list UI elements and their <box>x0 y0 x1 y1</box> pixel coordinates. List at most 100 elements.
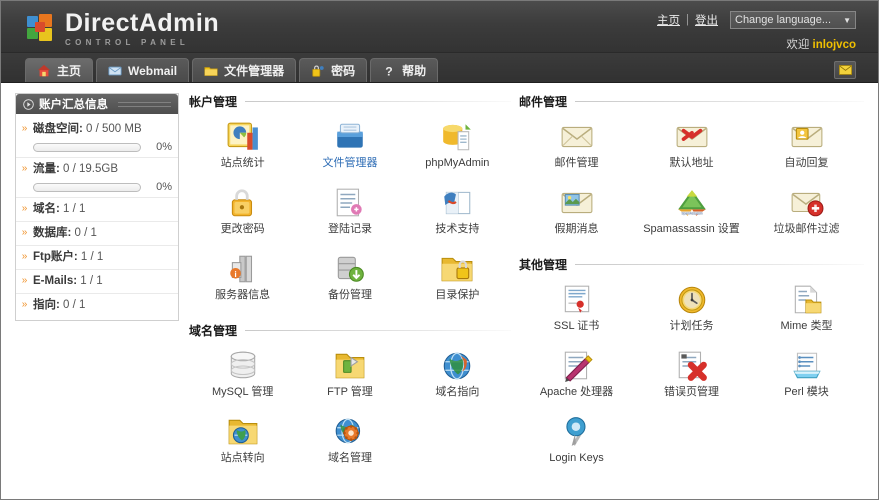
tile-mail-2[interactable]: 自动回复 <box>749 114 864 174</box>
tile-label: MySQL 管理 <box>212 386 274 398</box>
section-mail: 邮件管理 邮件管理 默认地址 自动回复 假期消息 SpamAssassin Spamass… <box>519 93 864 240</box>
question-mark-icon: ? <box>385 64 392 78</box>
username-label: inlojvco <box>812 39 856 51</box>
tile-label: 服务器信息 <box>215 289 271 301</box>
lock-key-icon <box>312 64 324 77</box>
stat-content: E-Mails: 1 / 1 <box>33 274 172 289</box>
tile-label: Login Keys <box>549 452 604 464</box>
tab-help[interactable]: ? 帮助 <box>370 58 439 82</box>
tile-account-7[interactable]: 备份管理 <box>296 246 403 306</box>
tile-account-3[interactable]: 更改密码 <box>189 180 296 240</box>
envelope-block-icon <box>791 192 823 217</box>
tile-account-1[interactable]: 文件管理器 <box>296 114 403 174</box>
tile-domain-1[interactable]: FTP 管理 <box>296 343 403 403</box>
tile-other-6[interactable]: Login Keys <box>519 409 634 469</box>
stat-value: 0 / 500 MB <box>82 123 142 135</box>
file-box-icon <box>337 123 363 148</box>
tile-label: 自动回复 <box>784 157 829 169</box>
tile-domain-3[interactable]: 站点转向 <box>189 409 296 469</box>
tile-label: Mime 类型 <box>780 320 833 332</box>
header-home-link[interactable]: 主页 <box>657 12 680 28</box>
tile-mail-4[interactable]: SpamAssassin Spamassassin 设置 <box>634 180 749 240</box>
envelope-icon <box>108 66 122 75</box>
tab-password[interactable]: 密码 <box>299 58 368 82</box>
right-column: 邮件管理 邮件管理 默认地址 自动回复 假期消息 SpamAssassin Spamass… <box>519 93 864 499</box>
svg-text:SpamAssassin: SpamAssassin <box>681 211 702 215</box>
bullet-arrow-icon: » <box>21 299 28 310</box>
tile-other-3[interactable]: Apache 处理器 <box>519 343 634 403</box>
globe-icon <box>444 352 471 380</box>
tab-webmail-label: Webmail <box>128 63 178 78</box>
folder-globe-icon <box>228 419 257 445</box>
tab-home-label: 主页 <box>57 64 82 78</box>
section-domain-grid: MySQL 管理 FTP 管理 域名指向站点转向 域名管理 <box>189 343 511 469</box>
tile-other-5[interactable]: Perl 模块 <box>749 343 864 403</box>
tab-webmail[interactable]: Webmail <box>96 58 190 82</box>
section-rule <box>245 330 511 331</box>
language-select[interactable]: Change language... ▼ <box>730 11 856 29</box>
sidebar: 账户汇总信息 » 磁盘空间: 0 / 500 MB 0% » 流量: 0 / 19.5G… <box>15 93 179 499</box>
stat-row: » 指向: 0 / 1 <box>16 294 178 317</box>
tile-label: FTP 管理 <box>327 386 373 398</box>
welcome-label: 欢迎 <box>786 39 810 51</box>
header-logout-link[interactable]: 登出 <box>695 12 718 28</box>
usage-progress-bar <box>33 182 141 192</box>
section-account-title: 帐户管理 <box>189 95 238 109</box>
stat-label-text: 域名: <box>33 203 60 215</box>
tile-domain-4[interactable]: 域名管理 <box>296 409 403 469</box>
tile-other-0[interactable]: SSL 证书 <box>519 277 634 337</box>
tile-mail-1[interactable]: 默认地址 <box>634 114 749 174</box>
envelope-icon <box>838 65 852 75</box>
directadmin-logo-icon <box>27 14 57 44</box>
perl-list-icon <box>792 352 821 379</box>
tile-other-1[interactable]: 计划任务 <box>634 277 749 337</box>
tab-file-manager[interactable]: 文件管理器 <box>192 58 297 82</box>
stat-label: 数据库: 0 / 1 <box>33 226 172 241</box>
header-rule <box>118 101 171 107</box>
padlock-icon <box>231 189 252 217</box>
document-list-icon <box>336 188 362 217</box>
tile-label: 目录保护 <box>435 289 480 301</box>
brand-subtitle: CONTROL PANEL <box>65 38 190 47</box>
brand-title: DirectAdmin <box>65 9 220 37</box>
tile-label: 技术支持 <box>435 223 480 235</box>
tile-account-6[interactable]: i 服务器信息 <box>189 246 296 306</box>
tile-domain-2[interactable]: 域名指向 <box>404 343 511 403</box>
stat-row: » E-Mails: 1 / 1 <box>16 270 178 294</box>
tile-other-2[interactable]: Mime 类型 <box>749 277 864 337</box>
svg-text:?: ? <box>385 64 392 78</box>
play-circle-icon <box>23 98 34 110</box>
tab-home[interactable]: 主页 <box>25 58 94 82</box>
brand: DirectAdmin CONTROL PANEL <box>27 11 219 47</box>
tile-other-4[interactable]: 错误页管理 <box>634 343 749 403</box>
section-domain: 域名管理 MySQL 管理 FTP 管理 域名指向 站点转向 域名管理 <box>189 322 511 469</box>
tile-account-0[interactable]: 站点统计 <box>189 114 296 174</box>
folder-ftp-icon <box>335 353 365 379</box>
mail-button[interactable] <box>834 61 856 79</box>
tile-mail-3[interactable]: 假期消息 <box>519 180 634 240</box>
tile-label: Apache 处理器 <box>539 386 614 398</box>
tile-label: 计划任务 <box>669 320 714 332</box>
tile-label: 假期消息 <box>554 223 599 235</box>
content-columns: 帐户管理 站点统计 文件管理器 phpMyAdmin 更改密码 登陆记录 技术支持 i 服务器… <box>189 93 864 499</box>
spamassassin-icon: SpamAssassin <box>677 190 706 216</box>
tile-account-8[interactable]: 目录保护 <box>404 246 511 306</box>
tab-help-label: 帮助 <box>402 64 427 78</box>
tile-account-2[interactable]: phpMyAdmin <box>404 114 511 174</box>
section-domain-header: 域名管理 <box>189 322 511 339</box>
tile-label: 错误页管理 <box>664 386 719 398</box>
stat-label: 磁盘空间: 0 / 500 MB <box>33 122 172 137</box>
tile-mail-5[interactable]: 垃圾邮件过滤 <box>749 180 864 240</box>
tile-domain-0[interactable]: MySQL 管理 <box>189 343 296 403</box>
bullet-arrow-icon: » <box>21 203 28 214</box>
folder-icon <box>204 66 218 76</box>
language-select-value: Change language... <box>735 14 832 26</box>
stat-value: 1 / 1 <box>77 251 104 263</box>
tile-account-4[interactable]: 登陆记录 <box>296 180 403 240</box>
tile-mail-0[interactable]: 邮件管理 <box>519 114 634 174</box>
bullet-arrow-icon: » <box>21 163 28 174</box>
section-mail-header: 邮件管理 <box>519 93 864 110</box>
stat-row: » Ftp账户: 1 / 1 <box>16 246 178 270</box>
tile-account-5[interactable]: 技术支持 <box>404 180 511 240</box>
stat-row: » 数据库: 0 / 1 <box>16 222 178 246</box>
